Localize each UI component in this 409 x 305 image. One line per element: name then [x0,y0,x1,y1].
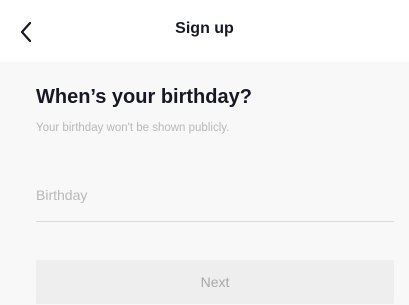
birthday-form: When’s your birthday? Your birthday won'… [0,62,409,305]
birthday-heading: When’s your birthday? [36,86,252,108]
next-button-label: Next [200,274,230,290]
next-button[interactable]: Next [36,260,394,304]
birthday-privacy-note: Your birthday won't be shown publicly. [36,122,230,134]
page-title: Sign up [175,20,234,37]
header: Sign up [0,0,409,62]
birthday-placeholder: Birthday [36,187,88,203]
birthday-input[interactable]: Birthday [36,178,394,222]
